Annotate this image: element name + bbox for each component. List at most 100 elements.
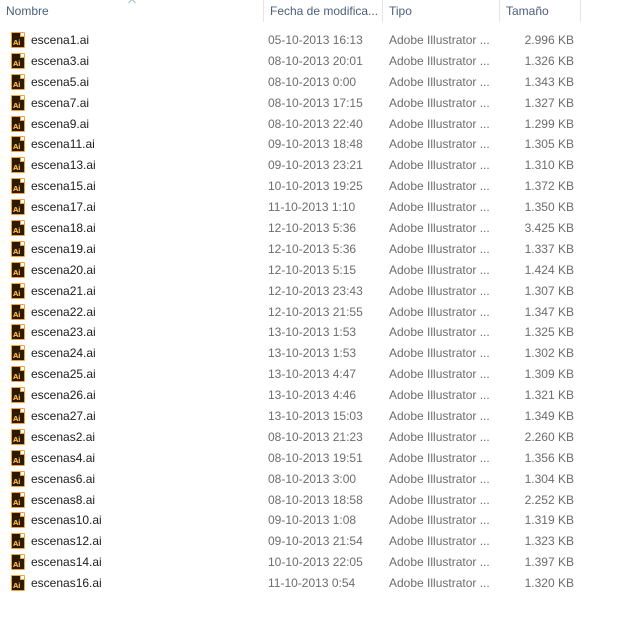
adobe-illustrator-file-icon: Ai <box>11 512 25 529</box>
file-type: Adobe Illustrator ... <box>389 200 490 215</box>
file-name: escena3.ai <box>31 53 90 68</box>
file-type: Adobe Illustrator ... <box>389 221 490 236</box>
file-name: escenas16.ai <box>31 576 102 591</box>
file-size: 1.304 KB <box>524 471 574 486</box>
file-modified-date: 08-10-2013 3:00 <box>268 471 357 486</box>
file-row[interactable]: Ai escena17.ai 11-10-2013 1:10 Adobe Illust… <box>0 197 640 218</box>
file-row[interactable]: Ai escena13.ai 09-10-2013 23:21 Adobe Illus… <box>0 155 640 176</box>
file-type: Adobe Illustrator ... <box>389 492 490 507</box>
file-row[interactable]: Ai escena15.ai 10-10-2013 19:25 Adobe Illus… <box>0 176 640 197</box>
file-modified-date: 09-10-2013 1:08 <box>268 513 357 528</box>
column-header-size[interactable]: Tamaño <box>500 0 581 22</box>
file-size: 1.321 KB <box>524 388 574 403</box>
file-modified-date: 12-10-2013 5:36 <box>268 221 357 236</box>
file-type: Adobe Illustrator ... <box>389 53 490 68</box>
icon-fold <box>20 158 24 163</box>
icon-label: Ai <box>13 540 21 549</box>
file-row[interactable]: Ai escena9.ai 08-10-2013 22:40 Adobe Illust… <box>0 114 640 135</box>
icon-label: Ai <box>13 477 21 486</box>
file-row[interactable]: Ai escena19.ai 12-10-2013 5:36 Adobe Illust… <box>0 239 640 260</box>
column-header-type-label: Tipo <box>389 4 412 18</box>
icon-fold <box>20 576 24 581</box>
file-name: escena13.ai <box>31 158 96 173</box>
file-row[interactable]: Ai escenas8.ai 08-10-2013 18:58 Adobe Illus… <box>0 490 640 511</box>
file-row[interactable]: Ai escena18.ai 12-10-2013 5:36 Adobe Illust… <box>0 218 640 239</box>
icon-label: Ai <box>13 247 21 256</box>
file-row[interactable]: Ai escena3.ai 08-10-2013 20:01 Adobe Illust… <box>0 51 640 72</box>
adobe-illustrator-file-icon: Ai <box>11 199 25 216</box>
adobe-illustrator-file-icon: Ai <box>11 32 25 48</box>
file-row[interactable]: Ai escenas16.ai 11-10-2013 0:54 Adobe Illus… <box>0 573 640 594</box>
icon-label: Ai <box>13 310 21 319</box>
file-row[interactable]: Ai escena22.ai 12-10-2013 21:55 Adobe Illus… <box>0 302 640 323</box>
column-header-size-label: Tamaño <box>506 4 549 18</box>
file-row[interactable]: Ai escenas10.ai 09-10-2013 1:08 Adobe Illus… <box>0 510 640 531</box>
column-divider[interactable] <box>580 0 581 22</box>
file-type: Adobe Illustrator ... <box>389 262 490 277</box>
file-size: 1.337 KB <box>524 241 574 256</box>
file-modified-date: 09-10-2013 23:21 <box>268 158 363 173</box>
file-name: escena9.ai <box>31 116 90 131</box>
adobe-illustrator-file-icon: Ai <box>11 220 25 237</box>
file-row[interactable]: Ai escena20.ai 12-10-2013 5:15 Adobe Illust… <box>0 260 640 281</box>
file-name: escena24.ai <box>31 346 96 361</box>
icon-fold <box>20 555 24 560</box>
icon-label: Ai <box>13 164 21 173</box>
file-row[interactable]: Ai escena25.ai 13-10-2013 4:47 Adobe Illust… <box>0 364 640 385</box>
file-modified-date: 08-10-2013 22:40 <box>268 116 363 131</box>
file-row[interactable]: Ai escena5.ai 08-10-2013 0:00 Adobe Illustr… <box>0 72 640 93</box>
icon-label: Ai <box>13 352 21 361</box>
file-modified-date: 12-10-2013 23:43 <box>268 283 363 298</box>
file-size: 1.397 KB <box>524 555 574 570</box>
file-list: Ai escena1.ai 05-10-2013 16:13 Adobe Illust… <box>0 30 640 594</box>
file-size: 1.424 KB <box>524 262 574 277</box>
file-size: 1.326 KB <box>524 53 574 68</box>
file-modified-date: 13-10-2013 4:46 <box>268 388 357 403</box>
adobe-illustrator-file-icon: Ai <box>11 94 25 111</box>
adobe-illustrator-file-icon: Ai <box>11 240 25 257</box>
file-modified-date: 08-10-2013 20:01 <box>268 53 363 68</box>
file-row[interactable]: Ai escenas6.ai 08-10-2013 3:00 Adobe Illust… <box>0 469 640 490</box>
icon-label: Ai <box>13 519 21 528</box>
file-modified-date: 12-10-2013 5:36 <box>268 241 357 256</box>
adobe-illustrator-file-icon: Ai <box>11 324 25 341</box>
icon-label: Ai <box>13 456 21 465</box>
icon-fold <box>20 53 24 58</box>
file-row[interactable]: Ai escena27.ai 13-10-2013 15:03 Adobe Illus… <box>0 406 640 427</box>
file-row[interactable]: Ai escena1.ai 05-10-2013 16:13 Adobe Illust… <box>0 30 640 51</box>
icon-fold <box>20 346 24 351</box>
file-row[interactable]: Ai escenas12.ai 09-10-2013 21:54 Adobe Illu… <box>0 531 640 552</box>
column-header-date[interactable]: Fecha de modifica... <box>264 0 383 22</box>
file-row[interactable]: Ai escena21.ai 12-10-2013 23:43 Adobe Illus… <box>0 281 640 302</box>
file-type: Adobe Illustrator ... <box>389 137 490 152</box>
column-header-name[interactable]: Nombre <box>0 0 264 22</box>
column-header-type[interactable]: Tipo <box>383 0 500 22</box>
file-row[interactable]: Ai escena26.ai 13-10-2013 4:46 Adobe Illust… <box>0 385 640 406</box>
file-row[interactable]: Ai escena11.ai 09-10-2013 18:48 Adobe Illus… <box>0 134 640 155</box>
file-name: escena20.ai <box>31 262 96 277</box>
adobe-illustrator-file-icon: Ai <box>11 491 25 508</box>
file-modified-date: 09-10-2013 21:54 <box>268 534 363 549</box>
file-type: Adobe Illustrator ... <box>389 367 490 382</box>
file-modified-date: 10-10-2013 22:05 <box>268 555 363 570</box>
file-row[interactable]: Ai escenas14.ai 10-10-2013 22:05 Adobe Illu… <box>0 552 640 573</box>
file-row[interactable]: Ai escena7.ai 08-10-2013 17:15 Adobe Illust… <box>0 93 640 114</box>
icon-label: Ai <box>13 39 21 47</box>
file-name: escena26.ai <box>31 388 96 403</box>
file-size: 2.996 KB <box>524 33 574 47</box>
file-size: 1.307 KB <box>524 283 574 298</box>
file-row[interactable]: Ai escena24.ai 13-10-2013 1:53 Adobe Illust… <box>0 343 640 364</box>
icon-label: Ai <box>13 394 21 403</box>
adobe-illustrator-file-icon: Ai <box>11 178 25 195</box>
file-row[interactable]: Ai escenas4.ai 08-10-2013 19:51 Adobe Illus… <box>0 448 640 469</box>
file-name: escenas14.ai <box>31 555 102 570</box>
file-modified-date: 13-10-2013 15:03 <box>268 409 363 424</box>
file-row[interactable]: Ai escenas2.ai 08-10-2013 21:23 Adobe Illus… <box>0 427 640 448</box>
file-type: Adobe Illustrator ... <box>389 33 490 47</box>
file-modified-date: 08-10-2013 0:00 <box>268 74 357 89</box>
icon-label: Ai <box>13 59 21 68</box>
file-size: 1.310 KB <box>524 158 574 173</box>
file-type: Adobe Illustrator ... <box>389 534 490 549</box>
adobe-illustrator-file-icon: Ai <box>11 73 25 90</box>
file-row[interactable]: Ai escena23.ai 13-10-2013 1:53 Adobe Illust… <box>0 322 640 343</box>
